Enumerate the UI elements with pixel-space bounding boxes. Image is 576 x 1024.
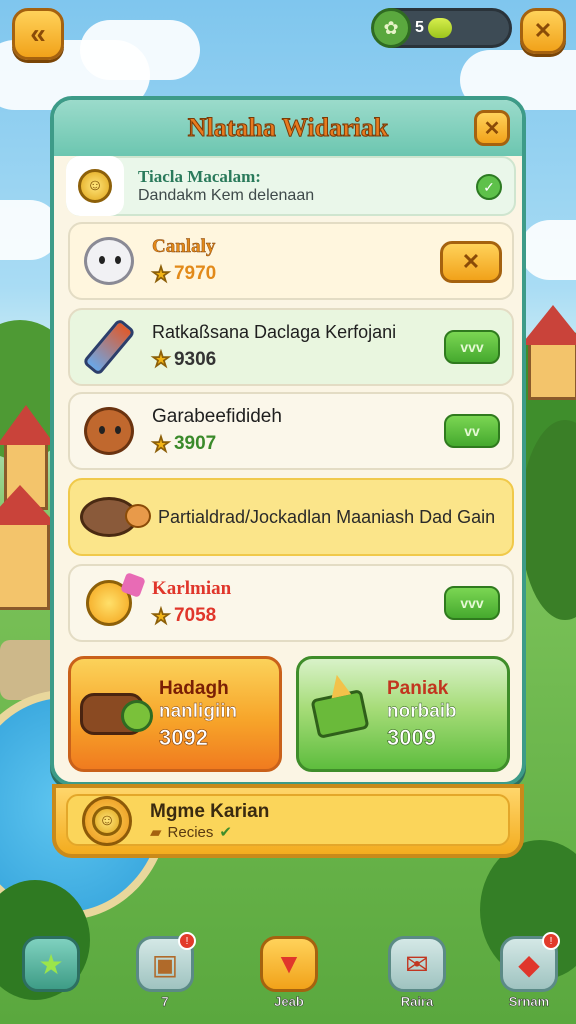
close-icon: ✕: [483, 117, 501, 140]
star-icon: ★: [152, 433, 171, 456]
medal-icon: ☺: [82, 796, 132, 846]
log-icon: [71, 679, 153, 749]
nav-item-box[interactable]: ▣ ! 7: [128, 930, 202, 1014]
item-name: Canlaly: [152, 235, 216, 257]
item-price: ★ 7058: [152, 605, 217, 628]
item-name: Partialdrad/Jockadlan Maaniash Dad Gain: [158, 506, 496, 527]
item-name: Ratkaßsana Daclaga Kerfojani: [152, 322, 397, 342]
close-icon: ✕: [533, 18, 553, 43]
close-top-button[interactable]: ✕: [520, 8, 566, 54]
item-confirm-button[interactable]: vv: [444, 414, 500, 448]
item-name: Garabeefidideh: [152, 405, 282, 427]
energy-value: 5: [415, 19, 424, 36]
popcorn-icon: ▼: [260, 936, 318, 992]
panel-title: Nlataha Widariak: [187, 113, 389, 143]
ticket-icon: ▰: [150, 824, 162, 841]
leaf-icon: ✿: [371, 8, 411, 48]
star-icon: ★: [22, 936, 80, 992]
item-name: Karlmian: [152, 577, 232, 599]
cake-icon: [299, 672, 381, 749]
info-subtitle: Dandakm Kem delenaan: [138, 187, 315, 204]
fruit-bird-icon: [74, 568, 146, 638]
info-check-button[interactable]: ✓: [476, 174, 502, 200]
card-value: 3092: [159, 725, 209, 751]
reward-subtitle: Recies: [167, 823, 214, 841]
nav-item-popcorn[interactable]: ▼ Jeab: [252, 930, 326, 1014]
pencil-icon: [74, 312, 144, 382]
energy-meter[interactable]: ✿ 5: [371, 8, 512, 48]
reward-title: Mgme Karian: [150, 801, 270, 822]
list-item[interactable]: Karlmian ★ 7058 vvv: [68, 564, 514, 642]
gift-icon: ✉: [388, 936, 446, 992]
nav-item-car[interactable]: ◆ ! Srnam: [492, 930, 566, 1014]
card-line1: Hadagh: [159, 677, 229, 699]
badge: !: [178, 932, 196, 950]
nav-item-gift[interactable]: ✉ Raira: [380, 930, 454, 1014]
check-icon: ✓: [483, 178, 495, 195]
list-item[interactable]: Garabeefidideh ★ 3907 vv: [68, 392, 514, 470]
platypus-icon: [74, 482, 151, 552]
panel-close-button[interactable]: ✕: [474, 110, 510, 146]
star-icon: ★: [152, 349, 171, 372]
offer-card-2[interactable]: Paniak norbaib 3009: [296, 656, 510, 772]
nav-label: 7: [161, 994, 169, 1010]
card-line1: Paniak: [387, 677, 449, 699]
info-banner: ☺ Tiacla Macalam: Dandakm Kem delenaan ✓: [66, 156, 516, 216]
item-price: ★ 7970: [152, 263, 217, 286]
panel-header: Nlataha Widariak ✕: [54, 100, 522, 156]
item-confirm-button[interactable]: vvv: [444, 586, 500, 620]
check-icon: ✔: [219, 824, 232, 841]
coin-icon: ☺: [92, 806, 122, 836]
offer-card-1[interactable]: Hadagh nanligiin 3092: [68, 656, 282, 772]
item-close-button[interactable]: ✕: [440, 241, 502, 283]
list-item[interactable]: Ratkaßsana Daclaga Kerfojani ★ 9306 vvv: [68, 308, 514, 386]
back-arrow-icon: «: [30, 18, 46, 49]
back-button[interactable]: «: [12, 8, 64, 60]
nav-label: Srnam: [508, 994, 550, 1010]
info-title: Tiacla Macalam:: [138, 167, 261, 186]
reward-bar[interactable]: ☺ Mgme Karian ▰ Recies ✔: [52, 784, 524, 858]
close-icon: ✕: [461, 249, 481, 274]
card-line2: norbaib: [387, 701, 457, 723]
nav-label: Jeab: [274, 994, 304, 1010]
list-item[interactable]: Canlaly ★ 7970 ✕: [68, 222, 514, 300]
shop-panel: Nlataha Widariak ✕ ☺ Tiacla Macalam: Dan…: [50, 96, 526, 786]
item-price: ★ 3907: [152, 433, 217, 456]
coin-badge: ☺: [66, 156, 124, 216]
card-value: 3009: [387, 725, 437, 751]
star-icon: ★: [152, 605, 171, 628]
nav-label: Raira: [400, 994, 434, 1010]
star-icon: ★: [152, 263, 171, 286]
card-line2: nanligiin: [159, 701, 238, 723]
badge: !: [542, 932, 560, 950]
item-price: ★ 9306: [152, 348, 217, 372]
nav-item-star[interactable]: ★: [14, 930, 88, 1014]
item-confirm-button[interactable]: vvv: [444, 330, 500, 364]
energy-bar: [427, 18, 452, 38]
bunny-icon: [74, 226, 144, 296]
list-item[interactable]: Partialdrad/Jockadlan Maaniash Dad Gain: [68, 478, 514, 556]
coin-icon: ☺: [78, 169, 112, 203]
squirrel-icon: [74, 396, 144, 466]
